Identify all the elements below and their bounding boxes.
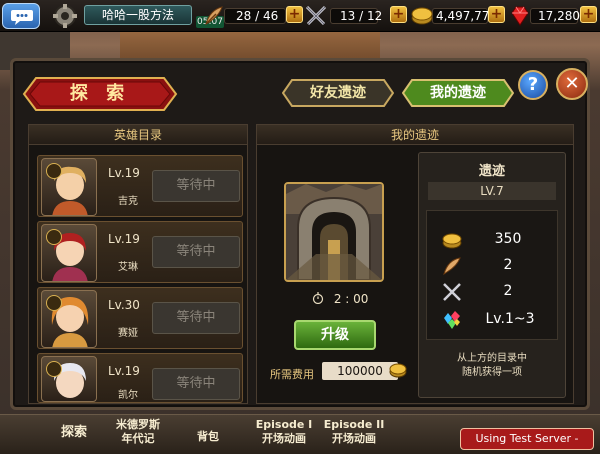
stat-value: 350 (494, 231, 522, 247)
stat-row-feather: 2 (432, 254, 552, 278)
stat-row-gems: Lv.1~3 (432, 308, 552, 332)
nav-episode-1-title: Episode I (255, 418, 313, 431)
gem-cluster-icon (444, 311, 460, 329)
hero-waiting-button[interactable]: 等待中 (152, 368, 240, 400)
chat-button[interactable] (2, 3, 40, 29)
cost-gold-coin-icon (389, 363, 407, 378)
stat-row-swords: 2 (432, 280, 552, 304)
nav-chronicle-line1: 米德罗斯 (116, 418, 160, 431)
nav-bag[interactable]: 背包 (186, 430, 230, 454)
hero-portrait (41, 158, 97, 216)
sword-value: 13 / 12 (340, 9, 383, 23)
hero-portrait (41, 224, 97, 282)
stopwatch-icon (312, 292, 324, 305)
my-relic-title: 我的遗迹 (257, 125, 573, 145)
tab-friend-relic-label: 好友遗迹 (310, 85, 366, 101)
stat-value: 2 (503, 257, 513, 273)
sword-plus-button[interactable]: + (390, 6, 407, 23)
relic-info-note: 从上方的目录中 随机获得一项 (420, 352, 564, 380)
relic-gate-icon (286, 184, 382, 280)
note-line-1: 从上方的目录中 (457, 353, 527, 364)
class-badge-icon (46, 295, 62, 311)
cost-value: 100000 (322, 362, 398, 380)
close-icon[interactable]: ✕ (556, 68, 588, 100)
hero-row[interactable]: Lv.30 赛娅 等待中 (37, 287, 243, 349)
help-question-icon[interactable]: ? (518, 70, 548, 100)
nav-chronicle-line2: 年代记 (121, 432, 155, 445)
note-line-2: 随机获得一项 (462, 367, 522, 378)
nav-bag-label: 背包 (197, 430, 219, 443)
gem-value: 17,280 (538, 9, 580, 23)
relic-timer-value: 2 : 00 (333, 292, 369, 306)
hero-portrait (41, 290, 97, 348)
tab-friend-relic[interactable]: 好友遗迹 (282, 78, 394, 108)
nav-explore[interactable]: 探索 (52, 424, 96, 454)
class-badge-icon (46, 361, 62, 377)
stamina-feather-icon (205, 6, 223, 25)
tab-explore[interactable]: 探 索 (22, 74, 178, 114)
gold-plus-button[interactable]: + (488, 6, 505, 23)
hero-row[interactable]: Lv.19 凯尔 等待中 (37, 353, 243, 403)
tab-explore-label: 探 索 (69, 83, 131, 104)
nav-explore-label: 探索 (60, 425, 87, 440)
nav-episode-2-title: Episode II (323, 418, 385, 431)
hero-waiting-button[interactable]: 等待中 (152, 302, 240, 334)
hero-waiting-button[interactable]: 等待中 (152, 236, 240, 268)
stamina-plus-button[interactable]: + (286, 6, 303, 23)
chat-bubble-icon (11, 10, 33, 25)
hero-portrait (41, 356, 97, 402)
nav-chronicle[interactable]: 米德罗斯 年代记 (108, 418, 168, 454)
stat-row-gold: 350 (432, 228, 552, 252)
crossed-swords-icon (305, 5, 327, 26)
gem-plus-button[interactable]: + (580, 6, 597, 23)
server-badge: Using Test Server - 2000 (460, 428, 594, 454)
class-badge-icon (46, 163, 62, 179)
upgrade-button[interactable]: 升级 (294, 320, 376, 350)
tab-my-relic-label: 我的遗迹 (430, 85, 486, 101)
relic-level: LV.7 (428, 182, 556, 200)
hero-row[interactable]: Lv.19 艾琳 等待中 (37, 221, 243, 283)
nav-episode-2[interactable]: Episode II 开场动画 (322, 418, 386, 454)
stat-value: Lv.1~3 (485, 311, 535, 327)
crossed-swords-icon (443, 283, 461, 301)
nav-episode-2-sub: 开场动画 (332, 432, 376, 445)
class-badge-icon (46, 229, 62, 245)
tab-my-relic[interactable]: 我的遗迹 (402, 78, 514, 108)
hero-list-title: 英雄目录 (29, 125, 247, 145)
hero-waiting-button[interactable]: 等待中 (152, 170, 240, 202)
gold-coin-icon (411, 7, 433, 25)
ruby-gem-icon (511, 6, 529, 26)
player-name-label: 哈哈一股方法 (84, 5, 192, 25)
feather-icon (443, 257, 461, 276)
relic-info-title: 遗迹 (478, 164, 505, 179)
relic-timer: 2 : 00 (312, 292, 368, 308)
cost-label: 所需费用 (270, 368, 314, 381)
relic-gate-image (284, 182, 384, 282)
stat-value: 2 (503, 283, 513, 299)
settings-gear-icon[interactable] (52, 3, 78, 29)
nav-episode-1[interactable]: Episode I 开场动画 (252, 418, 316, 454)
hero-list-panel: 英雄目录 Lv.19 吉克 等待中 Lv.19 艾琳 等待中 Lv.30 赛娅 … (28, 124, 248, 404)
nav-episode-1-sub: 开场动画 (262, 432, 306, 445)
stamina-value: 28 / 46 (236, 9, 279, 23)
gold-coin-icon (442, 233, 462, 249)
hero-row[interactable]: Lv.19 吉克 等待中 (37, 155, 243, 217)
